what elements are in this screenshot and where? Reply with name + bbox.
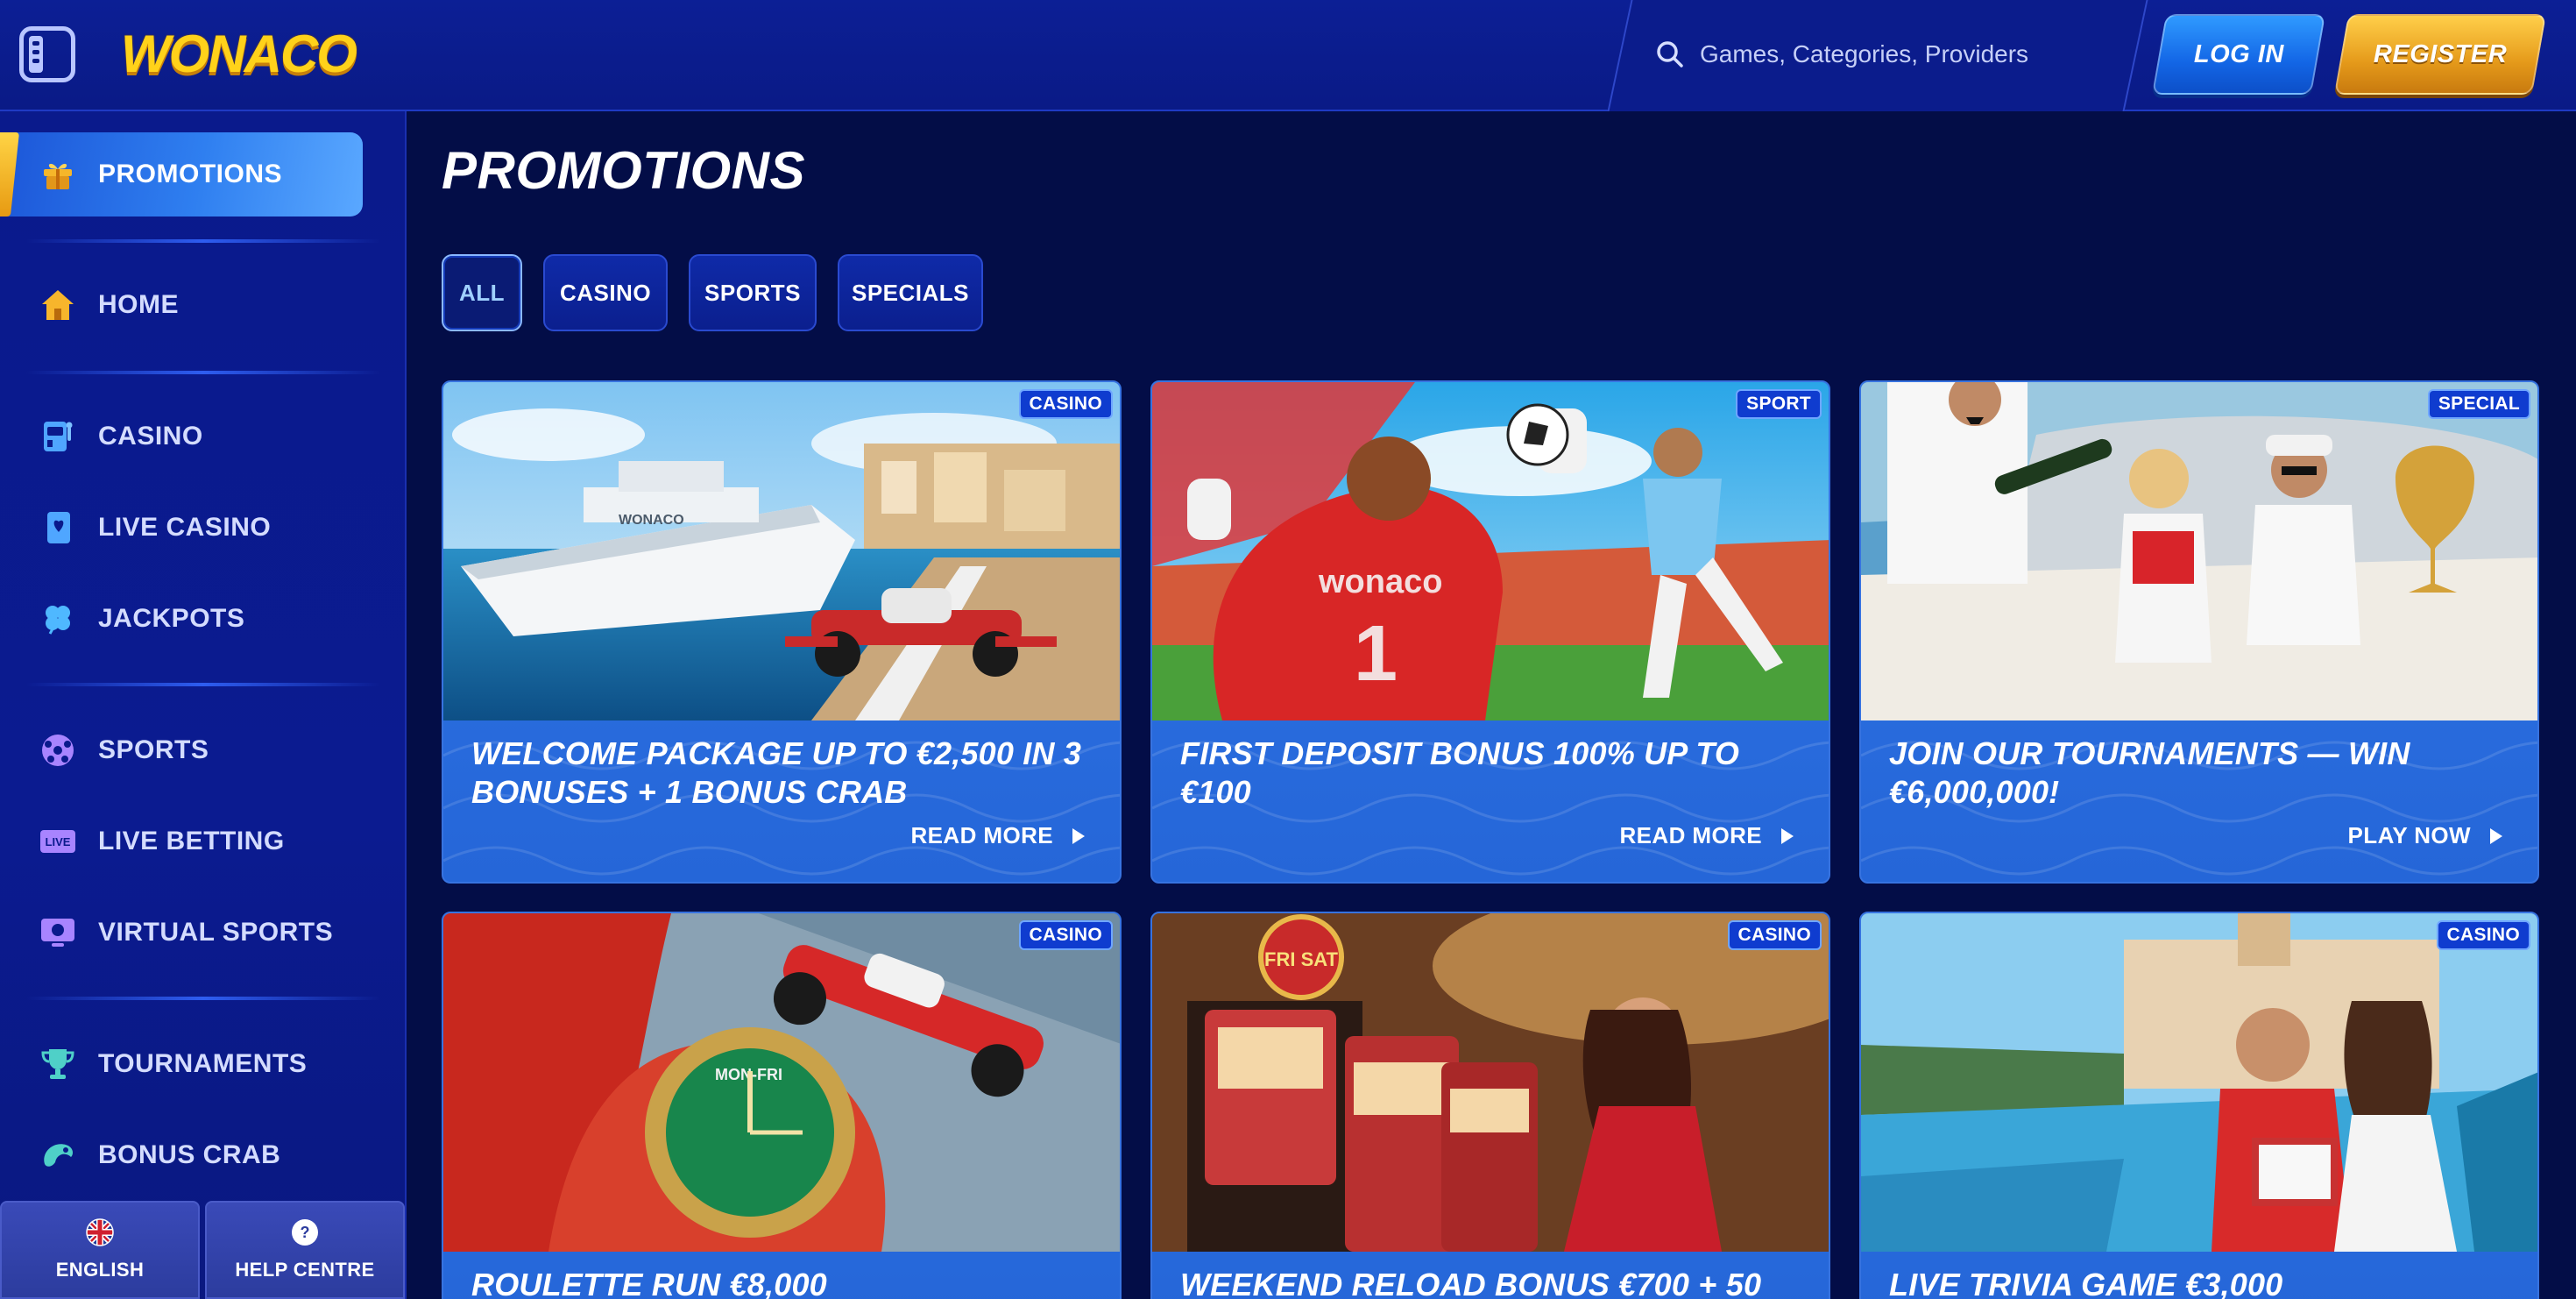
- cta-label: READ MORE: [910, 822, 1053, 848]
- tab-sports[interactable]: SPORTS: [689, 254, 817, 331]
- svg-text:FRI SAT: FRI SAT: [1264, 948, 1338, 970]
- play-arrow-icon: [1781, 827, 1794, 844]
- sidebar-item-home[interactable]: HOME: [39, 274, 372, 336]
- category-badge: CASINO: [1018, 920, 1113, 950]
- login-button[interactable]: LOG IN: [2151, 14, 2326, 95]
- help-circle-icon: ?: [292, 1219, 318, 1246]
- sidebar-item-label: JACKPOTS: [98, 604, 245, 633]
- svg-text:LIVE: LIVE: [46, 835, 71, 848]
- sidebar-item-virtual-sports[interactable]: VIRTUAL SPORTS: [39, 902, 372, 963]
- promo-title: ROULETTE RUN €8,000: [471, 1267, 827, 1299]
- cta-label: PLAY NOW: [2347, 822, 2471, 848]
- play-arrow-icon: [1072, 827, 1085, 844]
- register-button[interactable]: REGISTER: [2333, 14, 2547, 95]
- sidebar-item-casino[interactable]: CASINO: [39, 406, 372, 467]
- help-centre-label: HELP CENTRE: [235, 1259, 375, 1281]
- play-now-link[interactable]: PLAY NOW: [2348, 822, 2502, 849]
- promo-card[interactable]: FRI SAT CASINO WEEKEND RELOAD BONUS €700…: [1150, 912, 1830, 1299]
- promo-card[interactable]: wonaco 1 SPORT FIRST DEPOSIT BONUS 100% …: [1150, 380, 1830, 884]
- page-title: PROMOTIONS: [442, 141, 806, 200]
- category-badge: CASINO: [1727, 920, 1822, 950]
- sidebar-item-label: PROMOTIONS: [98, 160, 283, 188]
- cta-label: READ MORE: [1619, 822, 1762, 848]
- sidebar-item-live-betting[interactable]: LIVE LIVE BETTING: [39, 811, 372, 872]
- svg-text:1: 1: [1354, 610, 1398, 698]
- category-badge: CASINO: [2436, 920, 2530, 950]
- svg-text:wonaco: wonaco: [1318, 564, 1442, 600]
- promo-image-watch-race-car: MON-FRI: [443, 913, 1120, 1252]
- search-input[interactable]: [1700, 33, 2085, 75]
- svg-text:WONACO: WONACO: [619, 513, 684, 528]
- promo-image-slot-machines: FRI SAT: [1152, 913, 1829, 1252]
- language-label: ENGLISH: [55, 1259, 145, 1281]
- promo-title: FIRST DEPOSIT BONUS 100% UP TO €100: [1180, 735, 1740, 810]
- playing-card-icon: [39, 508, 77, 547]
- gift-icon: [39, 155, 77, 194]
- read-more-link[interactable]: READ MORE: [1620, 822, 1794, 849]
- category-badge: CASINO: [1018, 389, 1113, 419]
- divider: [26, 997, 380, 1000]
- language-selector-button[interactable]: ENGLISH: [0, 1201, 200, 1299]
- category-badge: SPORT: [1736, 389, 1822, 419]
- sidebar-item-label: LIVE BETTING: [98, 827, 285, 855]
- promo-title: JOIN OUR TOURNAMENTS — WIN €6,000,000!: [1889, 735, 2410, 810]
- promo-image-goalkeeper: wonaco 1: [1152, 382, 1829, 720]
- home-icon: [39, 286, 77, 324]
- sidebar-item-tournaments[interactable]: TOURNAMENTS: [39, 1033, 372, 1095]
- divider: [26, 371, 380, 374]
- site-logo[interactable]: WONACO: [121, 21, 357, 88]
- svg-text:?: ?: [301, 1224, 310, 1241]
- sidebar-item-label: SPORTS: [98, 735, 209, 764]
- tab-casino[interactable]: CASINO: [543, 254, 668, 331]
- promo-image-pool-couple: [1861, 913, 2537, 1252]
- tab-specials[interactable]: SPECIALS: [838, 254, 983, 331]
- promo-card[interactable]: MON-FRI CASINO ROULETTE RUN €8,000: [442, 912, 1122, 1299]
- promo-title: WEEKEND RELOAD BONUS €700 + 50: [1180, 1267, 1762, 1299]
- tab-all[interactable]: ALL: [442, 254, 522, 331]
- live-badge-icon: LIVE: [39, 822, 77, 861]
- play-arrow-icon: [2490, 827, 2502, 844]
- promo-title: WELCOME PACKAGE UP TO €2,500 IN 3 BONUSE…: [471, 735, 1082, 810]
- category-badge: SPECIAL: [2427, 389, 2530, 419]
- sidebar-item-sports[interactable]: SPORTS: [39, 720, 372, 781]
- promo-card[interactable]: SPECIAL JOIN OUR TOURNAMENTS — WIN €6,00…: [1859, 380, 2539, 884]
- sidebar-item-label: HOME: [98, 290, 179, 319]
- clover-icon: [39, 600, 77, 638]
- search-icon[interactable]: [1656, 40, 1684, 68]
- uk-flag-icon: [86, 1218, 114, 1246]
- sidebar-item-label: LIVE CASINO: [98, 513, 272, 542]
- promo-image-yacht-race-car: WONACO: [443, 382, 1120, 720]
- sidebar-item-bonus-crab[interactable]: BONUS CRAB: [39, 1125, 372, 1186]
- sidebar-item-label: TOURNAMENTS: [98, 1049, 308, 1078]
- promo-image-champagne-trophy: [1861, 382, 2537, 720]
- virtual-screen-icon: [39, 913, 77, 952]
- sidebar-item-promotions[interactable]: PROMOTIONS: [39, 144, 372, 205]
- divider: [26, 239, 380, 243]
- soccer-ball-icon: [39, 731, 77, 770]
- sidebar-item-label: CASINO: [98, 422, 203, 451]
- login-button-label: LOG IN: [2193, 39, 2284, 68]
- trophy-icon: [39, 1045, 77, 1083]
- promo-title: LIVE TRIVIA GAME €3,000: [1889, 1267, 2283, 1299]
- sidebar-item-live-casino[interactable]: LIVE CASINO: [39, 497, 372, 558]
- promo-card[interactable]: WONACO CASINO WELCOME PACKAGE UP TO €2,5…: [442, 380, 1122, 884]
- promo-card[interactable]: CASINO LIVE TRIVIA GAME €3,000: [1859, 912, 2539, 1299]
- read-more-link[interactable]: READ MORE: [910, 822, 1085, 849]
- crab-icon: [39, 1136, 77, 1175]
- divider: [26, 683, 380, 686]
- sidebar-toggle-icon[interactable]: [19, 26, 75, 82]
- top-header: WONACO LOG IN REGISTER: [0, 0, 2576, 111]
- slot-machine-icon: [39, 417, 77, 456]
- register-button-label: REGISTER: [2373, 39, 2508, 68]
- help-centre-button[interactable]: ? HELP CENTRE: [205, 1201, 405, 1299]
- sidebar: PROMOTIONS HOME CASINO LIVE CASINO JACKP…: [0, 111, 407, 1299]
- sidebar-item-jackpots[interactable]: JACKPOTS: [39, 588, 372, 650]
- sidebar-item-label: BONUS CRAB: [98, 1140, 281, 1169]
- sidebar-item-label: VIRTUAL SPORTS: [98, 918, 334, 947]
